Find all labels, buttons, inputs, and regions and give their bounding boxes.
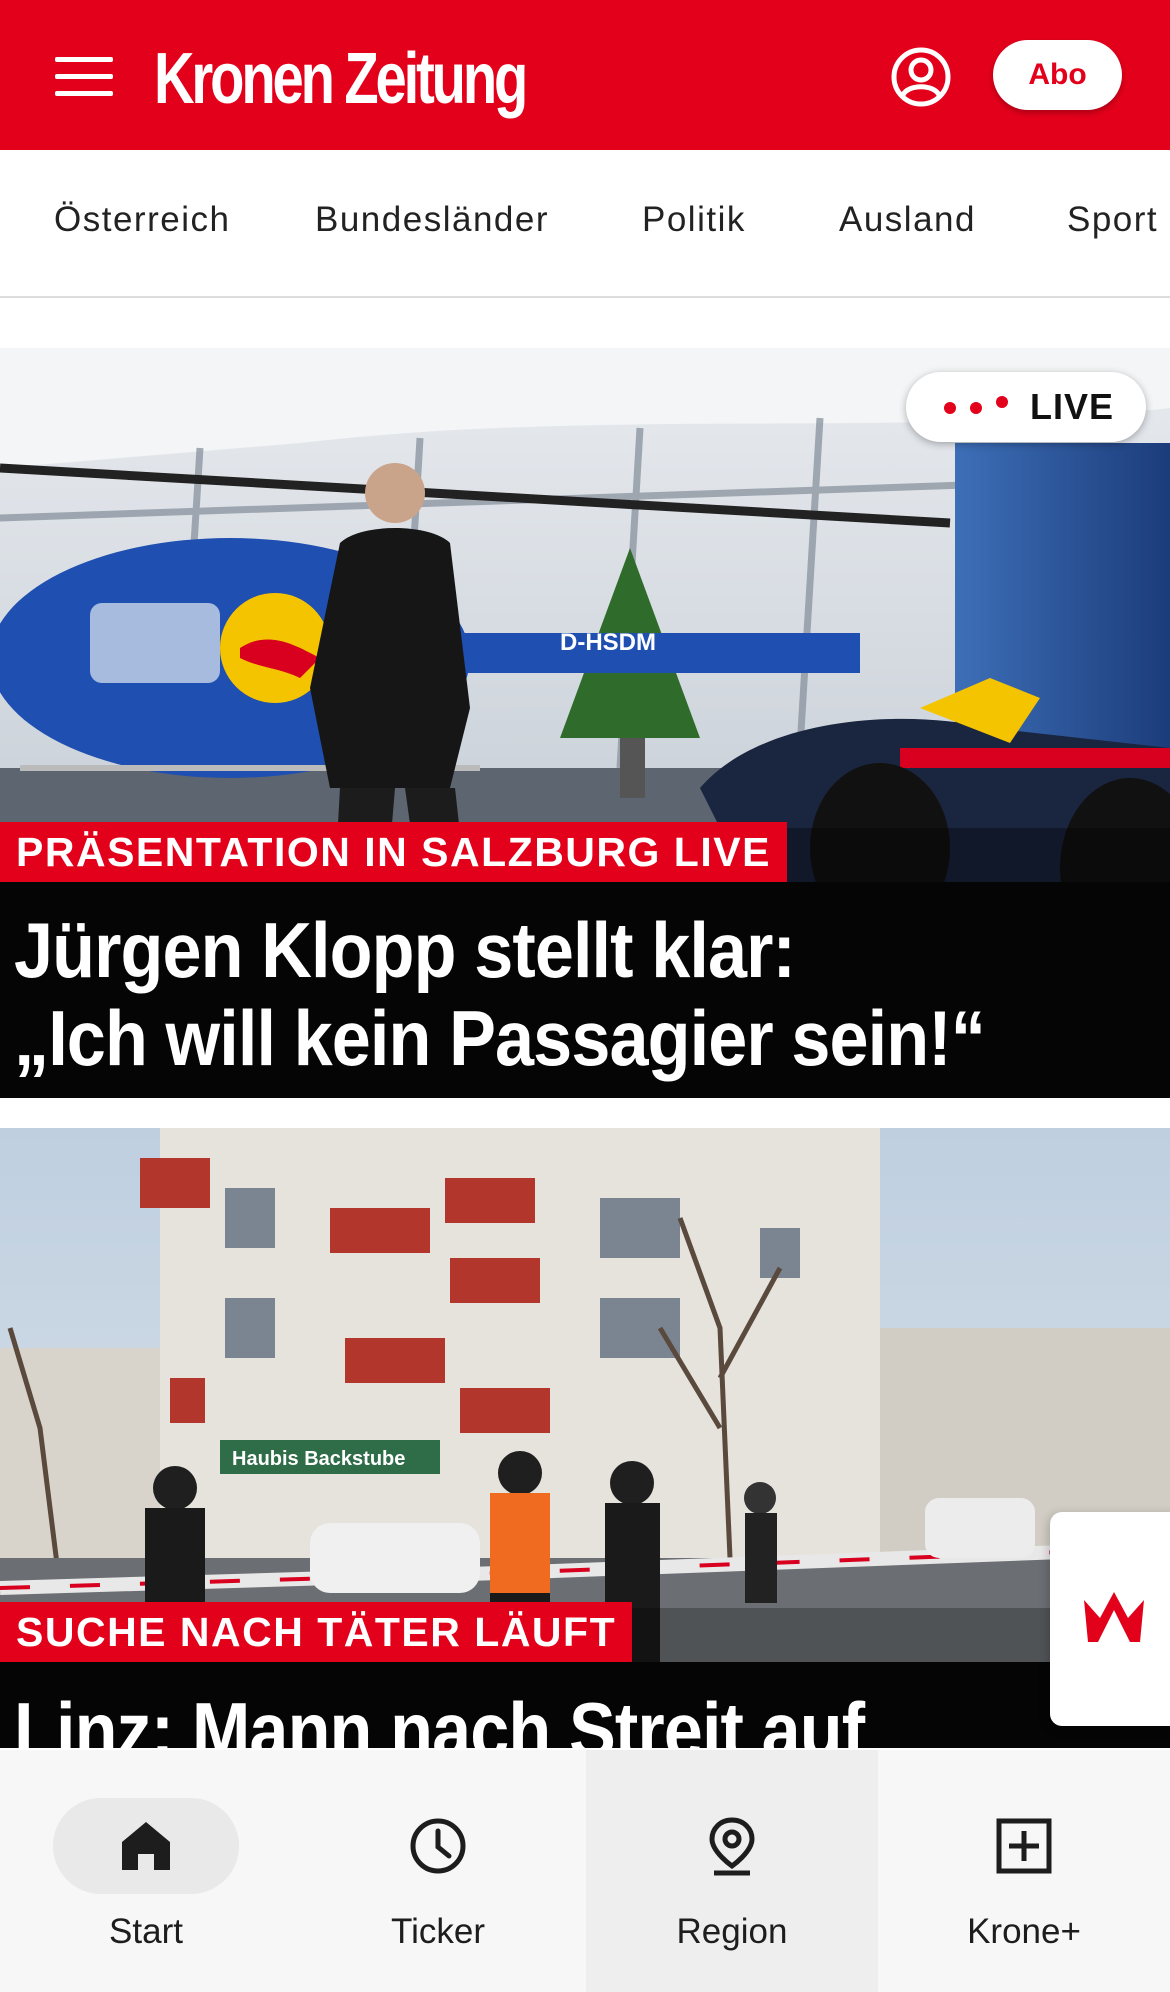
article-headline-line1: Linz: Mann nach Streit auf [14,1686,865,1748]
tab-region[interactable]: Region [586,1750,878,1992]
category-politik[interactable]: Politik [642,200,746,240]
bottom-navigation: Start Ticker Region Krone+ [0,1750,1170,1992]
category-bundeslaender[interactable]: Bundesländer [315,200,549,240]
hamburger-menu-icon[interactable] [55,55,113,99]
category-nav: Österreich Bundesländer Politik Ausland … [0,150,1170,298]
live-dots-icon [944,396,1008,414]
page: Kronen Zeitung Abo Österreich Bundesländ… [0,0,1170,1992]
article-kicker: PRÄSENTATION IN SALZBURG LIVE [0,822,787,882]
article-card[interactable]: D-HSDM LIVE PRÄSENTATION IN SALZBURG LIV… [0,348,1170,1098]
tab-start[interactable]: Start [0,1750,292,1992]
category-ausland[interactable]: Ausland [839,200,976,240]
abo-button[interactable]: Abo [993,40,1122,110]
article-kicker: SUCHE NACH TÄTER LÄUFT [0,1602,633,1662]
tab-ticker[interactable]: Ticker [292,1750,584,1992]
live-badge[interactable]: LIVE [906,372,1146,442]
krone-logo[interactable]: Kronen Zeitung [154,34,528,124]
helicopter-registration: D-HSDM [560,629,656,656]
location-pin-icon [709,1817,755,1876]
article-card[interactable]: Haubis Backstube SUCHE NACH TÄTER LÄUFT … [0,1128,1170,1748]
krone-side-widget[interactable] [1050,1512,1170,1726]
category-oesterreich[interactable]: Österreich [54,200,230,240]
tab-krone-plus[interactable]: Krone+ [878,1750,1170,1992]
tab-label: Start [109,1912,183,1951]
app-header: Kronen Zeitung Abo [0,0,1170,150]
krone-crown-icon [1084,1592,1144,1642]
plus-box-icon [996,1818,1052,1874]
article-headline-line2: „Ich will kein Passagier sein!“ [14,994,986,1082]
live-label: LIVE [1030,386,1115,427]
clock-icon [410,1818,466,1874]
tab-label: Ticker [391,1912,485,1951]
tab-label: Krone+ [967,1912,1081,1951]
user-account-icon[interactable] [890,46,952,108]
article-headline-line1: Jürgen Klopp stellt klar: [14,906,796,994]
tab-label: Region [676,1912,788,1951]
shop-sign-text: Haubis Backstube [232,1448,405,1470]
category-sport[interactable]: Sport [1067,200,1158,240]
home-icon [122,1822,170,1870]
